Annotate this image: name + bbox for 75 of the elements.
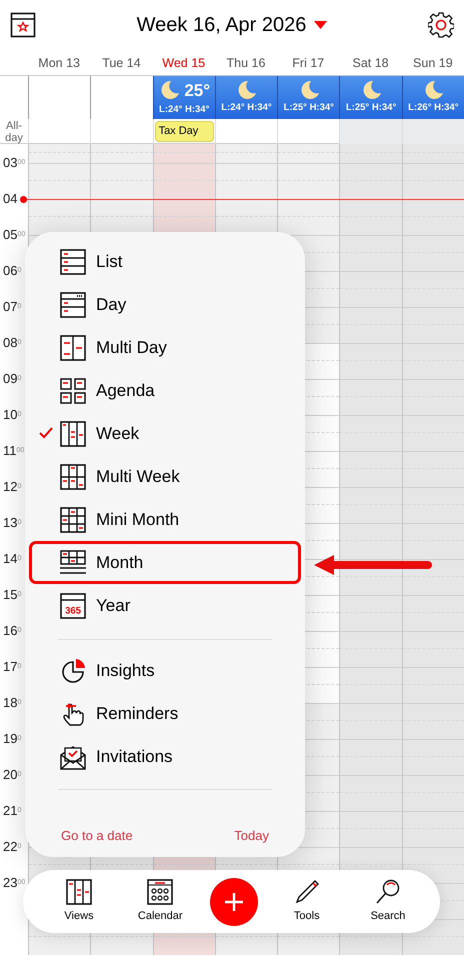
all-day-label: All-day xyxy=(4,119,24,144)
hour-label: 13$^{0}$ xyxy=(2,515,22,531)
multi-week-view-icon xyxy=(60,464,86,490)
hour-label: 22$^{0}$ xyxy=(2,839,22,855)
list-view-icon xyxy=(60,248,86,274)
temperature-range: L:25° H:34° xyxy=(284,101,334,116)
hour-label: 07$^{0}$ xyxy=(2,299,22,315)
day-label[interactable]: Wed 15 xyxy=(152,50,215,76)
month-view-icon xyxy=(60,550,86,576)
hour-label: 09$^{0}$ xyxy=(2,371,22,387)
hour-label: 15$^{0}$ xyxy=(2,587,22,603)
day-label[interactable]: Sun 19 xyxy=(402,50,464,76)
go-to-date-link[interactable]: Go to a date xyxy=(61,826,133,846)
menu-item[interactable]: Reminders xyxy=(29,692,301,735)
calendar-icon[interactable] xyxy=(10,12,36,38)
menu-item[interactable]: Month xyxy=(29,541,301,584)
hour-label: 23$^{00}$ xyxy=(2,875,26,891)
menu-item[interactable]: 365 Year xyxy=(29,584,301,627)
plus-icon xyxy=(222,890,244,912)
menu-item[interactable]: Day xyxy=(29,283,301,326)
menu-item[interactable]: Insights xyxy=(29,649,301,692)
day-label[interactable]: Tue 14 xyxy=(90,50,153,76)
hour-label: 16$^{0}$ xyxy=(2,623,22,639)
menu-item[interactable]: Agenda xyxy=(29,369,301,412)
checkmark-icon xyxy=(39,427,53,440)
hour-label: 19$^{0}$ xyxy=(2,731,22,747)
menu-item[interactable]: List xyxy=(29,240,301,283)
toolbar-button[interactable]: Views xyxy=(47,878,111,924)
event-chip[interactable]: Tax Day xyxy=(154,121,214,142)
today-link[interactable]: Today xyxy=(234,826,269,846)
agenda-view-icon xyxy=(60,378,86,404)
week-view-icon xyxy=(60,420,86,446)
hour-label: 12$^{0}$ xyxy=(2,479,22,495)
menu-item[interactable]: Week xyxy=(29,412,301,455)
hour-label: 04 xyxy=(2,191,18,207)
toolbar-button[interactable]: Search xyxy=(356,878,420,924)
caret-icon[interactable] xyxy=(314,21,328,29)
day-view-icon xyxy=(60,292,86,318)
hour-label: 18$^{0}$ xyxy=(2,695,22,711)
year-view-icon: 365 xyxy=(60,592,86,618)
hour-label: 03$^{00}$ xyxy=(2,155,26,171)
day-label[interactable]: Sat 18 xyxy=(339,50,402,76)
toolbar-button[interactable]: Tools xyxy=(274,878,339,924)
pie-chart-icon xyxy=(60,658,86,684)
hour-label: 17$^{0}$ xyxy=(2,659,22,675)
temperature-range: L:24° H:34° xyxy=(159,103,210,118)
week-title[interactable]: Week 16, Apr 2026 xyxy=(136,10,306,40)
multi-day-view-icon xyxy=(60,334,86,360)
menu-item[interactable]: Invitations xyxy=(29,735,301,778)
settings-icon[interactable] xyxy=(428,12,454,38)
calendar-icon xyxy=(147,878,174,905)
hour-label: 14$^{0}$ xyxy=(2,551,22,567)
temperature-range: L:26° H:34° xyxy=(408,101,459,116)
hour-label: 11$^{00}$ xyxy=(2,443,26,459)
day-label[interactable]: Thu 16 xyxy=(214,50,278,76)
mini-month-view-icon xyxy=(60,506,86,532)
day-label[interactable]: Mon 13 xyxy=(28,50,90,76)
hour-label: 10$^{0}$ xyxy=(2,407,22,423)
envelope-icon xyxy=(60,744,86,770)
search-icon xyxy=(375,878,401,905)
temperature-range: L:25° H:34° xyxy=(346,101,396,116)
toolbar-button[interactable]: Calendar xyxy=(128,878,192,924)
hour-label: 20$^{0}$ xyxy=(2,767,22,783)
week-view-icon xyxy=(66,878,92,905)
menu-item[interactable]: Multi Day xyxy=(29,326,301,369)
pencil-icon xyxy=(294,878,320,905)
day-label[interactable]: Fri 17 xyxy=(277,50,340,76)
menu-item[interactable]: Mini Month xyxy=(29,498,301,541)
hour-label: 05$^{00}$ xyxy=(2,227,26,243)
temperature-range: L:24° H:34° xyxy=(221,101,272,116)
temperature-text: 25° xyxy=(184,80,210,102)
hour-label: 08$^{0}$ xyxy=(2,335,22,351)
menu-item[interactable]: Multi Week xyxy=(29,455,301,498)
hour-label: 06$^{0}$ xyxy=(2,263,22,279)
hour-label: 21$^{0}$ xyxy=(2,803,22,819)
